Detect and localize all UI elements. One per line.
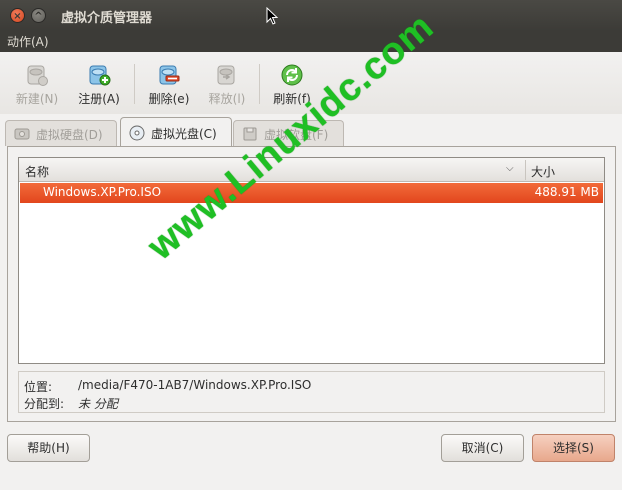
disk-release-icon [217, 65, 235, 85]
column-divider[interactable] [525, 160, 526, 180]
new-button-label: 新建(N) [15, 92, 59, 106]
disk-add-icon [89, 65, 111, 86]
delete-button-label: 删除(e) [148, 92, 190, 106]
help-button[interactable]: 帮助(H) [7, 434, 90, 462]
tab-optical-disks[interactable]: 虚拟光盘(C) [120, 117, 232, 147]
media-tabs: 虚拟硬盘(D) 虚拟光盘(C) 虚拟软盘(F) [0, 117, 622, 147]
tab-floppy-disks-label: 虚拟软盘(F) [264, 128, 329, 142]
toolbar-separator [259, 64, 260, 104]
refresh-button[interactable]: 刷新(f) [268, 60, 316, 110]
disk-new-icon [27, 65, 48, 86]
maximize-window-button[interactable]: ^ [31, 8, 46, 23]
refresh-button-label: 刷新(f) [273, 92, 311, 106]
sort-chevron-icon[interactable]: ⌵ [506, 163, 514, 174]
new-button[interactable]: 新建(N) [12, 60, 62, 110]
register-button[interactable]: 注册(A) [74, 60, 124, 110]
attached-value: 未 分配 [78, 397, 118, 411]
cd-icon [129, 125, 145, 141]
details-panel: 位置: /media/F470-1AB7/Windows.XP.Pro.ISO … [18, 371, 605, 413]
toolbar-separator [134, 64, 135, 104]
floppy-icon [243, 127, 257, 141]
release-button[interactable]: 释放(l) [202, 60, 252, 110]
mouse-cursor-icon [266, 7, 279, 25]
location-value: /media/F470-1AB7/Windows.XP.Pro.ISO [78, 378, 312, 392]
close-window-button[interactable]: × [10, 8, 25, 23]
attached-label: 分配到: [24, 397, 65, 411]
column-name-header[interactable]: 名称 [25, 163, 49, 180]
window-title: 虚拟介质管理器 [61, 11, 153, 26]
tab-optical-disks-label: 虚拟光盘(C) [151, 127, 217, 141]
media-list[interactable]: 名称 ⌵ 大小 Windows.XP.Pro.ISO 488.91 MB [18, 157, 605, 364]
title-bar: × ^ 虚拟介质管理器 [0, 0, 622, 31]
tab-hard-disks-label: 虚拟硬盘(D) [36, 128, 103, 142]
toolbar: 新建(N) 注册(A) 删除(e) 释放(l) 刷新(f) [0, 52, 622, 114]
tab-panel: 名称 ⌵ 大小 Windows.XP.Pro.ISO 488.91 MB 位置:… [7, 146, 616, 422]
tab-floppy-disks[interactable]: 虚拟软盘(F) [233, 120, 344, 146]
row-size: 488.91 MB [534, 185, 599, 199]
row-name: Windows.XP.Pro.ISO [43, 185, 162, 199]
column-size-header[interactable]: 大小 [531, 163, 555, 180]
location-label: 位置: [24, 380, 53, 394]
hard-disk-icon [14, 128, 30, 140]
refresh-icon [281, 64, 303, 86]
tab-hard-disks[interactable]: 虚拟硬盘(D) [5, 120, 117, 146]
register-button-label: 注册(A) [78, 92, 120, 106]
cancel-button[interactable]: 取消(C) [441, 434, 524, 462]
disk-remove-icon [159, 65, 180, 85]
menu-bar: 动作(A) [0, 31, 622, 52]
select-button[interactable]: 选择(S) [532, 434, 615, 462]
menu-action[interactable]: 动作(A) [7, 33, 49, 50]
list-header: 名称 ⌵ 大小 [19, 158, 604, 182]
table-row[interactable]: Windows.XP.Pro.ISO 488.91 MB [20, 183, 603, 203]
release-button-label: 释放(l) [208, 92, 246, 106]
delete-button[interactable]: 删除(e) [144, 60, 194, 110]
